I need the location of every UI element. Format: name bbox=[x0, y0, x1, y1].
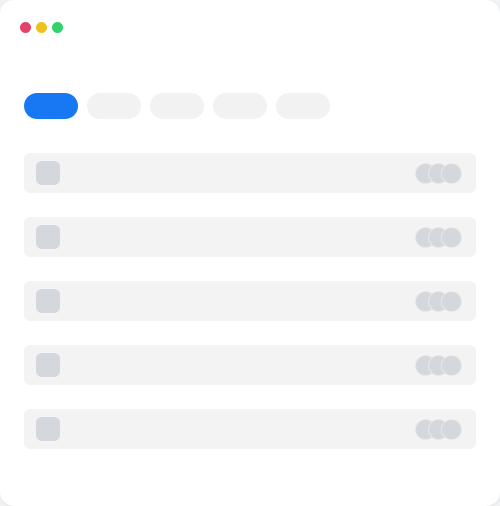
avatar-group bbox=[415, 355, 463, 376]
placeholder-icon bbox=[36, 417, 60, 441]
placeholder-icon bbox=[36, 353, 60, 377]
tab-bar bbox=[24, 93, 330, 119]
list-item[interactable] bbox=[24, 217, 476, 257]
placeholder-icon bbox=[36, 225, 60, 249]
list-item[interactable] bbox=[24, 409, 476, 449]
avatar bbox=[441, 419, 462, 440]
avatar bbox=[441, 163, 462, 184]
tab-2[interactable] bbox=[87, 93, 141, 119]
list-item[interactable] bbox=[24, 345, 476, 385]
avatar-group bbox=[415, 163, 463, 184]
avatar-group bbox=[415, 419, 463, 440]
avatar bbox=[441, 291, 462, 312]
item-list bbox=[24, 153, 476, 473]
maximize-button[interactable] bbox=[52, 22, 63, 33]
placeholder-icon bbox=[36, 289, 60, 313]
tab-5[interactable] bbox=[276, 93, 330, 119]
avatar-group bbox=[415, 291, 463, 312]
window-controls bbox=[20, 22, 63, 33]
tab-3[interactable] bbox=[150, 93, 204, 119]
app-window bbox=[0, 0, 500, 506]
avatar-group bbox=[415, 227, 463, 248]
list-item[interactable] bbox=[24, 281, 476, 321]
tab-1[interactable] bbox=[24, 93, 78, 119]
placeholder-icon bbox=[36, 161, 60, 185]
list-item[interactable] bbox=[24, 153, 476, 193]
tab-4[interactable] bbox=[213, 93, 267, 119]
avatar bbox=[441, 227, 462, 248]
close-button[interactable] bbox=[20, 22, 31, 33]
minimize-button[interactable] bbox=[36, 22, 47, 33]
avatar bbox=[441, 355, 462, 376]
